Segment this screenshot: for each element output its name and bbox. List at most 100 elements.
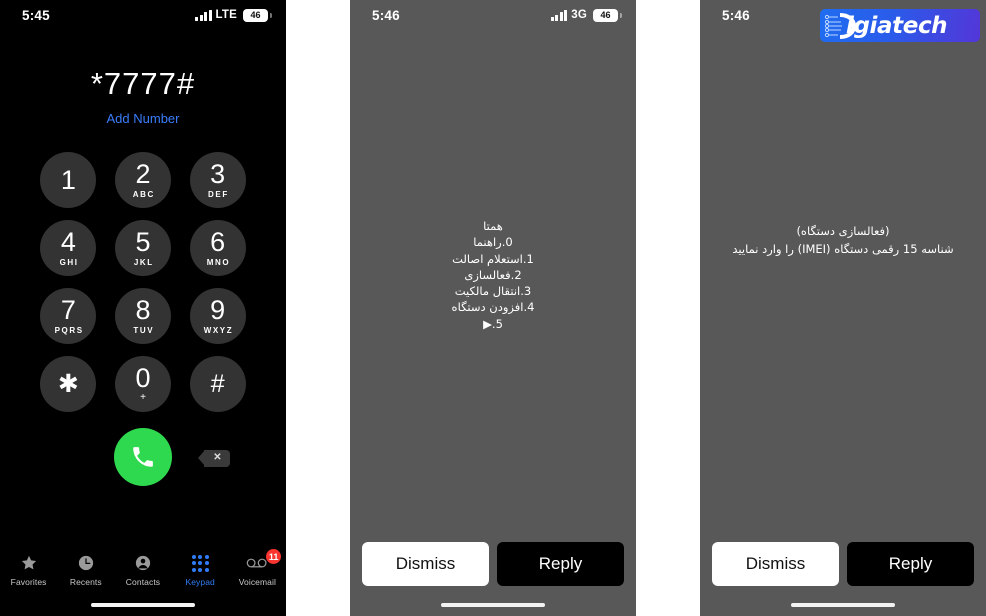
- ussd-line: همتا: [483, 218, 503, 233]
- key-letters: DEF: [208, 190, 229, 199]
- dialpad-key-3[interactable]: 3 DEF: [189, 152, 246, 208]
- tab-contacts[interactable]: Contacts: [115, 552, 171, 587]
- tab-label: Recents: [69, 577, 102, 587]
- logo-wordmark: igiatech: [846, 12, 948, 39]
- key-digit: 7: [60, 295, 76, 325]
- bottom-tab-bar: Favorites Recents Contacts Keypad 11 Voi…: [0, 548, 286, 596]
- battery-percent: 46: [600, 9, 611, 20]
- dialpad-key-9[interactable]: 9 WXYZ: [189, 288, 246, 344]
- status-bar-ussd: 5:46 3G 46: [350, 0, 636, 30]
- ussd-message-body: (فعالسازی دستگاه) شناسه 15 رقمی دستگاه (…: [700, 30, 986, 520]
- phone-dialer-panel: 5:45 LTE 46 *7777# Add Number 1 2 ABC 3: [0, 0, 286, 616]
- key-digit: 4: [60, 227, 76, 257]
- dialed-number: *7777#: [90, 66, 196, 101]
- dialpad-key-5[interactable]: 5 JKL: [114, 220, 171, 276]
- voicemail-badge: 11: [265, 549, 282, 564]
- key-digit: #: [210, 369, 225, 398]
- dismiss-button[interactable]: Dismiss: [362, 542, 489, 586]
- tab-label: Favorites: [10, 577, 47, 587]
- tab-voicemail[interactable]: 11 Voicemail: [229, 549, 285, 587]
- ussd-message-text: (فعالسازی دستگاه) شناسه 15 رقمی دستگاه (…: [712, 222, 974, 259]
- key-letters: JKL: [133, 258, 154, 267]
- ussd-line: 2.فعالسازی: [464, 267, 522, 282]
- dialpad-key-7[interactable]: 7 PQRS: [40, 288, 97, 344]
- tab-label: Keypad: [185, 577, 215, 587]
- battery-icon: 46: [593, 8, 622, 22]
- dialpad-key-hash[interactable]: #: [189, 356, 246, 412]
- dialpad-key-0[interactable]: 0 +: [114, 356, 171, 412]
- ussd-message-body: همتا 0.راهنما 1.استعلام اصالت 2.فعالسازی…: [350, 30, 636, 520]
- key-digit: ✱: [57, 369, 79, 398]
- person-circle-icon: [134, 552, 152, 574]
- ussd-line: 4.افزودن دستگاه: [451, 300, 535, 315]
- status-bar-dialer: 5:45 LTE 46: [0, 0, 286, 30]
- ussd-line: (فعالسازی دستگاه): [796, 224, 890, 238]
- status-indicators: 3G 46: [550, 8, 622, 22]
- ussd-line: 5.▶: [483, 316, 503, 331]
- phone-icon: [133, 447, 153, 467]
- number-display-area: *7777# Add Number: [0, 30, 286, 126]
- dialpad-key-4[interactable]: 4 GHI: [40, 220, 97, 276]
- dialpad: 1 2 ABC 3 DEF 4 GHI 5 JKL 6 MNO 7 PQRS 8…: [31, 152, 255, 412]
- key-digit: 8: [135, 295, 151, 325]
- key-letters: MNO: [206, 258, 231, 267]
- key-digit: 3: [210, 159, 226, 189]
- star-icon: [20, 552, 38, 574]
- signal-bars-icon: [195, 9, 212, 21]
- key-plus: +: [140, 392, 146, 403]
- signal-bars-icon: [550, 9, 568, 21]
- ussd-message-text: همتا 0.راهنما 1.استعلام اصالت 2.فعالسازی…: [362, 218, 624, 332]
- ussd-imei-panel: 5:46 igiatech (فعالسازی دستگاه) شناسه 15…: [700, 0, 986, 616]
- network-type-label: 3G: [571, 9, 587, 21]
- key-digit: 9: [210, 295, 226, 325]
- key-digit: 0: [135, 363, 151, 393]
- status-indicators: LTE 46: [195, 8, 272, 22]
- home-indicator[interactable]: [441, 603, 545, 607]
- ussd-menu-panel: 5:46 3G 46 همتا 0.راهنما 1.استعلام اصالت…: [350, 0, 636, 616]
- call-button[interactable]: [114, 428, 172, 486]
- ussd-line: 3.انتقال مالکیت: [454, 284, 532, 299]
- backspace-button[interactable]: ✕: [198, 448, 230, 468]
- ussd-line: 1.استعلام اصالت: [452, 251, 534, 266]
- status-time: 5:46: [722, 7, 750, 23]
- key-letters: WXYZ: [203, 326, 234, 335]
- dialpad-key-6[interactable]: 6 MNO: [189, 220, 246, 276]
- tab-label: Contacts: [125, 577, 161, 587]
- status-time: 5:46: [372, 7, 400, 23]
- dialpad-key-2[interactable]: 2 ABC: [114, 152, 171, 208]
- key-digit: 5: [135, 227, 151, 257]
- key-digit: 6: [210, 227, 226, 257]
- reply-button[interactable]: Reply: [497, 542, 624, 586]
- screenshot-stage: 5:45 LTE 46 *7777# Add Number 1 2 ABC 3: [0, 0, 986, 616]
- ussd-dialog-actions: Dismiss Reply: [700, 542, 986, 586]
- key-letters: PQRS: [54, 326, 84, 335]
- tab-label: Voicemail: [238, 577, 276, 587]
- call-controls-row: ✕: [0, 428, 286, 486]
- ussd-dialog-actions: Dismiss Reply: [350, 542, 636, 586]
- key-digit: 2: [135, 159, 151, 189]
- tab-favorites[interactable]: Favorites: [1, 552, 57, 587]
- backspace-x-glyph: ✕: [213, 452, 222, 463]
- key-letters: GHI: [59, 258, 79, 267]
- network-type-label: LTE: [215, 9, 237, 21]
- key-letters: TUV: [133, 326, 155, 335]
- reply-button[interactable]: Reply: [847, 542, 974, 586]
- dismiss-button[interactable]: Dismiss: [712, 542, 839, 586]
- add-number-link[interactable]: Add Number: [0, 111, 286, 126]
- home-indicator[interactable]: [91, 603, 195, 607]
- dialpad-key-8[interactable]: 8 TUV: [114, 288, 171, 344]
- battery-icon: 46: [243, 8, 272, 22]
- keypad-dots-icon: [191, 552, 209, 574]
- key-digit: 1: [60, 164, 76, 195]
- dialpad-key-1[interactable]: 1: [40, 152, 97, 208]
- status-time: 5:45: [22, 7, 50, 23]
- clock-icon: [77, 552, 95, 574]
- home-indicator[interactable]: [791, 603, 895, 607]
- ussd-line: شناسه 15 رقمی دستگاه (IMEI) را وارد نمای…: [732, 242, 954, 257]
- dialpad-key-asterisk[interactable]: ✱: [40, 356, 97, 412]
- tab-keypad[interactable]: Keypad: [172, 552, 228, 587]
- backspace-icon: ✕: [198, 449, 230, 467]
- ussd-line: 0.راهنما: [473, 235, 513, 250]
- battery-percent: 46: [250, 9, 261, 20]
- tab-recents[interactable]: Recents: [58, 552, 114, 587]
